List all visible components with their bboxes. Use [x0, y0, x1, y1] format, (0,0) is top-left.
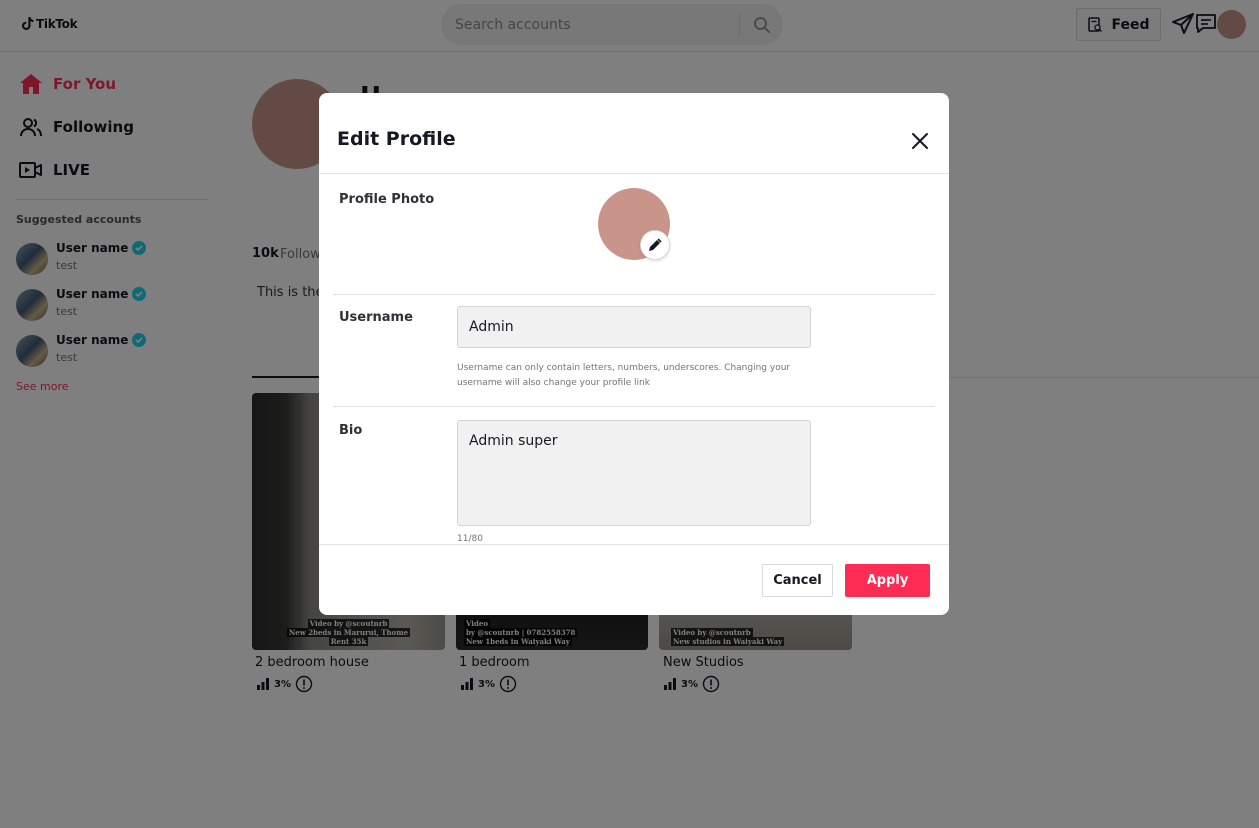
apply-button[interactable]: Apply: [845, 564, 930, 597]
profile-photo-label: Profile Photo: [339, 192, 435, 207]
dialog-header-divider: [319, 173, 949, 174]
cancel-button[interactable]: Cancel: [762, 564, 833, 597]
row-divider: [333, 294, 935, 295]
username-help-text: Username can only contain letters, numbe…: [457, 363, 791, 388]
pencil-icon: [649, 238, 662, 251]
username-input[interactable]: [457, 306, 811, 348]
username-label: Username: [339, 310, 413, 325]
dialog-title: Edit Profile: [337, 128, 456, 150]
row-divider: [333, 406, 935, 407]
close-button[interactable]: [908, 129, 932, 153]
edit-profile-dialog: Edit Profile Profile Photo Username User…: [319, 93, 949, 615]
edit-photo-button[interactable]: [640, 230, 670, 260]
bio-label: Bio: [339, 423, 363, 438]
close-icon: [912, 133, 928, 149]
bio-char-counter: 11/80: [457, 534, 483, 544]
dialog-footer-divider: [319, 544, 949, 545]
bio-textarea[interactable]: Admin super: [457, 420, 811, 526]
